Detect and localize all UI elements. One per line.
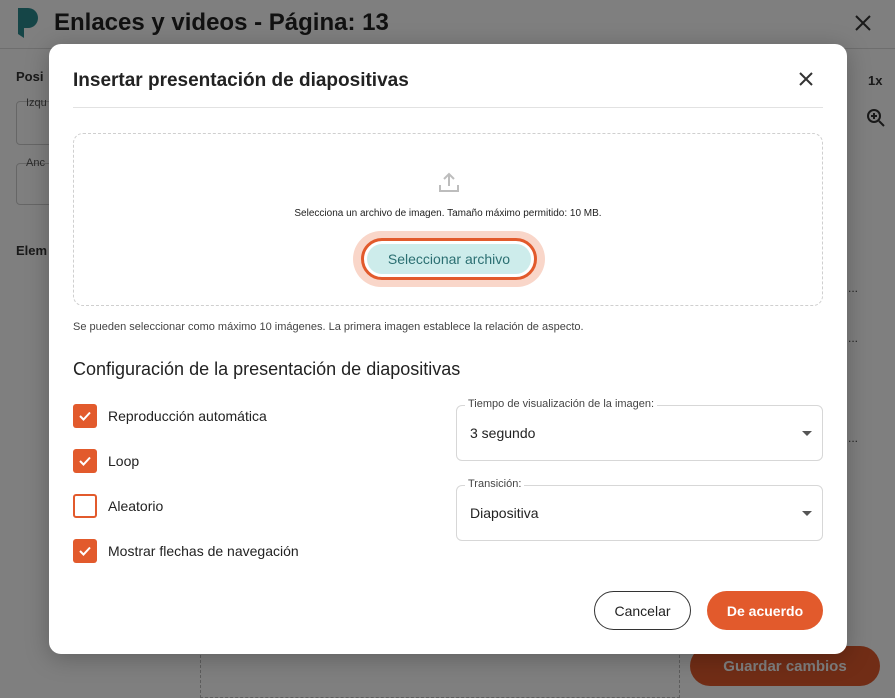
select-file-button[interactable]: Seleccionar archivo — [361, 238, 537, 280]
checkbox-box[interactable] — [73, 449, 97, 473]
dropzone-hint: Selecciona un archivo de imagen. Tamaño … — [294, 208, 602, 219]
file-dropzone[interactable]: Selecciona un archivo de imagen. Tamaño … — [73, 133, 823, 306]
select-file-button-label: Seleccionar archivo — [367, 244, 531, 274]
checkbox-label: Aleatorio — [108, 498, 164, 514]
chevron-down-icon — [802, 511, 812, 516]
checkbox-label: Reproducción automática — [108, 408, 267, 424]
display-time-select[interactable]: Tiempo de visualización de la imagen: 3 … — [456, 398, 823, 461]
confirm-button[interactable]: De acuerdo — [707, 591, 823, 630]
loop-checkbox[interactable]: Loop — [73, 449, 139, 473]
field-value: 3 segundo — [470, 425, 536, 441]
checkmark-icon — [79, 456, 91, 466]
slideshow-dialog: Insertar presentación de diapositivas Se… — [49, 44, 847, 654]
field-legend: Tiempo de visualización de la imagen: — [465, 398, 658, 410]
checkmark-icon — [79, 411, 91, 421]
checkbox-box[interactable] — [73, 539, 97, 563]
field-value: Diapositiva — [470, 505, 539, 521]
checkbox-box[interactable] — [73, 494, 97, 518]
checkbox-label: Mostrar flechas de navegación — [108, 543, 299, 559]
close-icon[interactable] — [795, 68, 817, 90]
dialog-title: Insertar presentación de diapositivas — [73, 70, 409, 91]
upload-icon — [439, 172, 459, 192]
field-legend: Transición: — [465, 478, 525, 490]
checkbox-label: Loop — [108, 453, 140, 469]
divider — [73, 107, 823, 108]
chevron-down-icon — [802, 431, 812, 436]
transition-select[interactable]: Transición: Diapositiva — [456, 478, 823, 541]
cancel-button[interactable]: Cancelar — [594, 591, 691, 630]
checkmark-icon — [79, 546, 91, 556]
shuffle-checkbox[interactable]: Aleatorio — [73, 494, 163, 518]
autoplay-checkbox[interactable]: Reproducción automática — [73, 404, 267, 428]
selection-limit-note: Se pueden seleccionar como máximo 10 imá… — [73, 321, 584, 333]
nav-arrows-checkbox[interactable]: Mostrar flechas de navegación — [73, 539, 299, 563]
section-title: Configuración de la presentación de diap… — [73, 359, 461, 379]
checkbox-box[interactable] — [73, 404, 97, 428]
